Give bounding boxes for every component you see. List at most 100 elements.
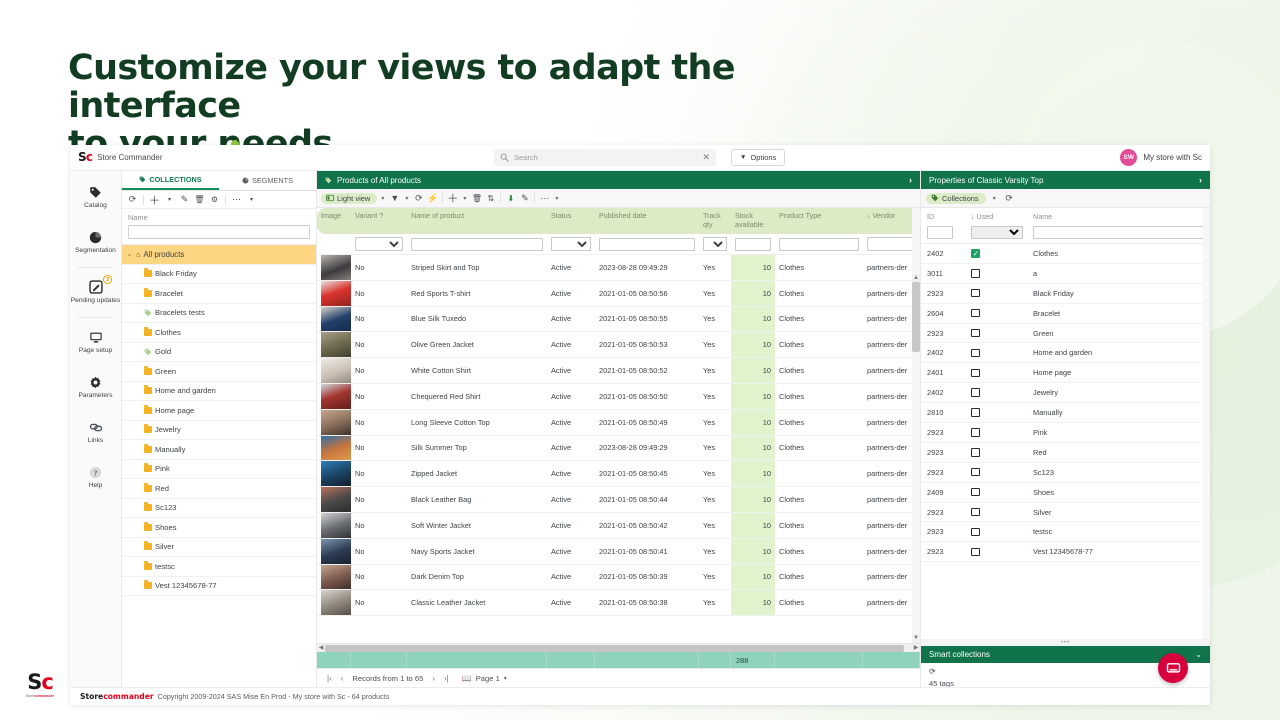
used-checkbox[interactable]	[971, 288, 980, 298]
table-row[interactable]: 2402 Home and garden	[921, 342, 1210, 364]
table-row[interactable]: No Striped Skirt and Top Active 2023-08-…	[317, 254, 920, 281]
used-checkbox[interactable]	[971, 467, 980, 477]
used-checkbox[interactable]	[971, 368, 980, 378]
used-checkbox[interactable]	[971, 348, 980, 358]
column-header-image[interactable]: Image	[317, 208, 351, 234]
sort-icon[interactable]: ⇅	[484, 191, 497, 205]
table-row[interactable]: 2923 Silver	[921, 502, 1210, 523]
refresh-icon[interactable]: ⟳	[126, 193, 139, 207]
import-locked-icon[interactable]: ⬇	[504, 191, 517, 205]
used-checkbox[interactable]	[971, 547, 980, 557]
table-row[interactable]: No Soft Winter Jacket Active 2021-01-05 …	[317, 512, 920, 539]
flash-icon[interactable]: ⚡	[426, 191, 439, 205]
table-row[interactable]: No Silk Summer Top Active 2023-08-28 09:…	[317, 435, 920, 462]
table-row[interactable]: 2402 Jewelry	[921, 382, 1210, 404]
collections-tab-caret-icon[interactable]: ▾	[990, 195, 999, 202]
column-header-status[interactable]: Status	[547, 208, 595, 234]
add-icon[interactable]: ＋	[446, 191, 459, 205]
used-checkbox[interactable]	[971, 408, 980, 417]
column-header-track-qty[interactable]: Track qty	[699, 208, 731, 234]
tree-node[interactable]: Sc123	[122, 499, 316, 518]
add-caret-icon[interactable]: ▾	[460, 195, 469, 202]
table-row[interactable]: 2402 Clothes	[921, 243, 1210, 264]
cell-used[interactable]	[965, 462, 1027, 483]
filter-track-select[interactable]	[703, 237, 727, 251]
used-checkbox[interactable]	[971, 507, 980, 517]
used-checkbox[interactable]	[971, 428, 980, 437]
table-row[interactable]: No Chequered Red Shirt Active 2021-01-05…	[317, 383, 920, 410]
tree-node[interactable]: Home and garden	[122, 382, 316, 401]
cell-used[interactable]	[965, 303, 1027, 324]
view-caret-icon[interactable]: ▾	[378, 195, 387, 202]
table-row[interactable]: No Olive Green Jacket Active 2021-01-05 …	[317, 331, 920, 359]
table-row[interactable]: 2810 Manually	[921, 402, 1210, 424]
column-header-id[interactable]: ID	[921, 208, 965, 224]
sidebar-item-parameters[interactable]: Parameters	[70, 365, 121, 410]
page-selector[interactable]: 📖 Page 1 ▾	[462, 674, 507, 683]
tree-node[interactable]: Manually	[122, 440, 316, 460]
sidebar-item-pending-updates[interactable]: 3 Pending updates	[70, 270, 121, 315]
tree-node[interactable]: Vest 12345678-77	[122, 577, 316, 596]
filter-status-select[interactable]	[551, 237, 591, 251]
table-row[interactable]: 2923 Pink	[921, 422, 1210, 443]
edit-locked-icon[interactable]: ✎	[178, 193, 191, 207]
more-caret-icon[interactable]: ▾	[245, 193, 258, 207]
used-checkbox[interactable]	[971, 527, 980, 537]
page-caret-icon[interactable]: ▾	[504, 675, 507, 682]
first-page-icon[interactable]: |‹	[327, 674, 332, 683]
column-header-name[interactable]: Name	[1027, 208, 1210, 224]
table-row[interactable]: 2923 Black Friday	[921, 283, 1210, 304]
delete-icon[interactable]: 🗑	[193, 193, 206, 207]
cell-used[interactable]	[965, 283, 1027, 304]
tab-segments[interactable]: SEGMENTS	[219, 171, 316, 190]
filter-caret-icon[interactable]: ▾	[402, 195, 411, 202]
next-page-icon[interactable]: ›	[432, 674, 435, 683]
search-input[interactable]: Search ✕	[494, 149, 716, 166]
tree-node[interactable]: Bracelet	[122, 284, 316, 304]
table-row[interactable]: 2923 Red	[921, 442, 1210, 463]
tree-node[interactable]: Clothes	[122, 323, 316, 343]
light-view-button[interactable]: Light view	[321, 192, 378, 204]
scroll-right-arrow-icon[interactable]: ▶	[912, 644, 920, 653]
cell-used[interactable]	[965, 323, 1027, 344]
collections-tab-chip[interactable]: Collections	[926, 192, 986, 204]
chat-button[interactable]	[1158, 653, 1188, 683]
cell-used[interactable]	[965, 482, 1027, 503]
sidebar-item-segmentation[interactable]: Segmentation	[70, 220, 121, 265]
filter-type-input[interactable]	[779, 237, 859, 251]
cell-used[interactable]	[965, 263, 1027, 284]
filter-pname-input[interactable]	[1033, 226, 1206, 239]
chevron-right-icon[interactable]: ›	[1199, 175, 1202, 185]
table-row[interactable]: 2604 Bracelet	[921, 303, 1210, 324]
table-row[interactable]: 2401 Home page	[921, 362, 1210, 384]
table-row[interactable]: No Classic Leather Jacket Active 2021-01…	[317, 589, 920, 617]
filter-variant-select[interactable]	[355, 237, 403, 251]
products-horizontal-scrollbar[interactable]: ◀ ▶	[317, 643, 920, 652]
table-row[interactable]: 2923 testsc	[921, 521, 1210, 543]
delete-icon[interactable]: 🗑	[470, 191, 483, 205]
table-row[interactable]: No Blue Silk Tuxedo Active 2021-01-05 08…	[317, 306, 920, 333]
prev-page-icon[interactable]: ‹	[341, 674, 344, 683]
add-dropdown-caret-icon[interactable]: ▾	[163, 193, 176, 207]
tree-node[interactable]: Black Friday	[122, 265, 316, 284]
cell-used[interactable]	[965, 502, 1027, 523]
refresh-icon[interactable]: ⟳	[412, 191, 425, 205]
tree-node[interactable]: Gold	[122, 343, 316, 362]
used-checkbox-checked[interactable]	[971, 249, 980, 258]
tab-collections[interactable]: COLLECTIONS	[122, 171, 219, 190]
chevron-down-icon[interactable]: ⌄	[1195, 650, 1202, 659]
cell-used[interactable]	[965, 521, 1027, 543]
table-row[interactable]: No Zipped Jacket Active 2021-01-05 08:50…	[317, 460, 920, 488]
sidebar-item-help[interactable]: ? Help	[70, 455, 121, 500]
clear-search-icon[interactable]: ✕	[702, 152, 710, 163]
user-area[interactable]: SW My store with Sc	[1120, 149, 1202, 166]
used-checkbox[interactable]	[971, 448, 980, 457]
sidebar-item-catalog[interactable]: Catalog	[70, 175, 121, 220]
tree-node[interactable]: Home page	[122, 401, 316, 421]
table-row[interactable]: No White Cotton Shirt Active 2021-01-05 …	[317, 357, 920, 384]
tree-node[interactable]: Jewelry	[122, 421, 316, 440]
column-header-product-type[interactable]: Product Type	[775, 208, 863, 234]
filter-icon[interactable]: ▼	[388, 191, 401, 205]
filter-id-input[interactable]	[927, 226, 953, 239]
collections-filter-input[interactable]	[128, 225, 310, 239]
